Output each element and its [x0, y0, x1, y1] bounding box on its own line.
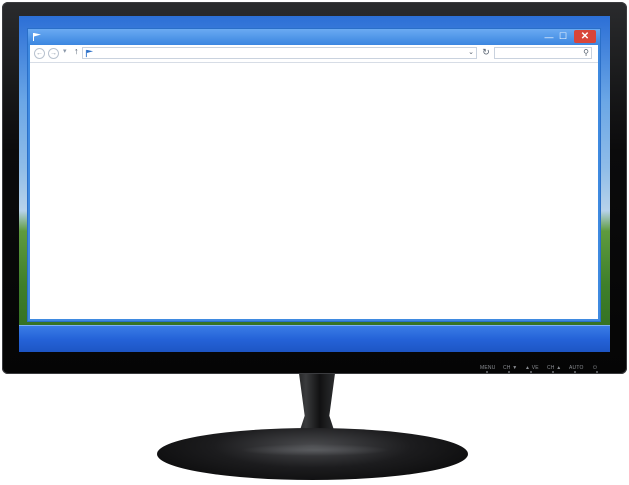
title-bar[interactable]: — ☐ ✕: [28, 29, 600, 45]
minimize-icon: —: [544, 31, 554, 42]
monitor-button-ve[interactable]: ▲ VE: [525, 365, 539, 371]
minimize-button[interactable]: —: [542, 30, 556, 43]
search-input[interactable]: [498, 48, 578, 58]
monitor-button-ch-up[interactable]: CH ▲: [547, 365, 561, 371]
navigation-toolbar: ← → ▾ ↑ ⌄ ↻ ⚲: [30, 45, 598, 63]
address-bar[interactable]: ⌄: [82, 47, 477, 59]
monitor-button-dot: [574, 371, 576, 373]
monitor-button-dot: [552, 371, 554, 373]
monitor-button-ch-down[interactable]: CH ▼: [503, 365, 517, 371]
close-button[interactable]: ✕: [574, 30, 596, 43]
up-folder-icon[interactable]: ↑: [74, 46, 79, 56]
folder-flag-icon: [85, 49, 94, 58]
back-button[interactable]: ←: [34, 48, 45, 59]
monitor-screen: — ☐ ✕ ← → ▾ ↑ ⌄ ↻ ⚲: [19, 16, 610, 352]
explorer-window: — ☐ ✕ ← → ▾ ↑ ⌄ ↻ ⚲: [27, 28, 601, 322]
maximize-icon: ☐: [558, 31, 568, 41]
monitor-button-dot: [486, 371, 488, 373]
monitor-button-auto[interactable]: AUTO: [569, 365, 584, 371]
monitor-button-dot: [596, 371, 598, 373]
search-icon[interactable]: ⚲: [583, 48, 589, 57]
folder-flag-icon: [33, 33, 41, 41]
monitor-button-dot: [530, 371, 532, 373]
taskbar[interactable]: [19, 325, 610, 352]
monitor-button-dot: [508, 371, 510, 373]
refresh-icon[interactable]: ↻: [480, 47, 492, 59]
monitor-button-menu[interactable]: MENU: [480, 365, 496, 371]
close-icon: ✕: [580, 31, 590, 42]
address-dropdown-icon[interactable]: ⌄: [468, 48, 474, 56]
maximize-button[interactable]: ☐: [556, 30, 570, 43]
search-box[interactable]: ⚲: [494, 47, 592, 59]
file-list-area[interactable]: [30, 63, 598, 319]
forward-button[interactable]: →: [48, 48, 59, 59]
recent-locations-chevron-icon[interactable]: ▾: [63, 47, 67, 55]
forward-arrow-icon: →: [50, 50, 57, 57]
stand-highlight: [240, 444, 390, 456]
back-arrow-icon: ←: [36, 50, 43, 57]
